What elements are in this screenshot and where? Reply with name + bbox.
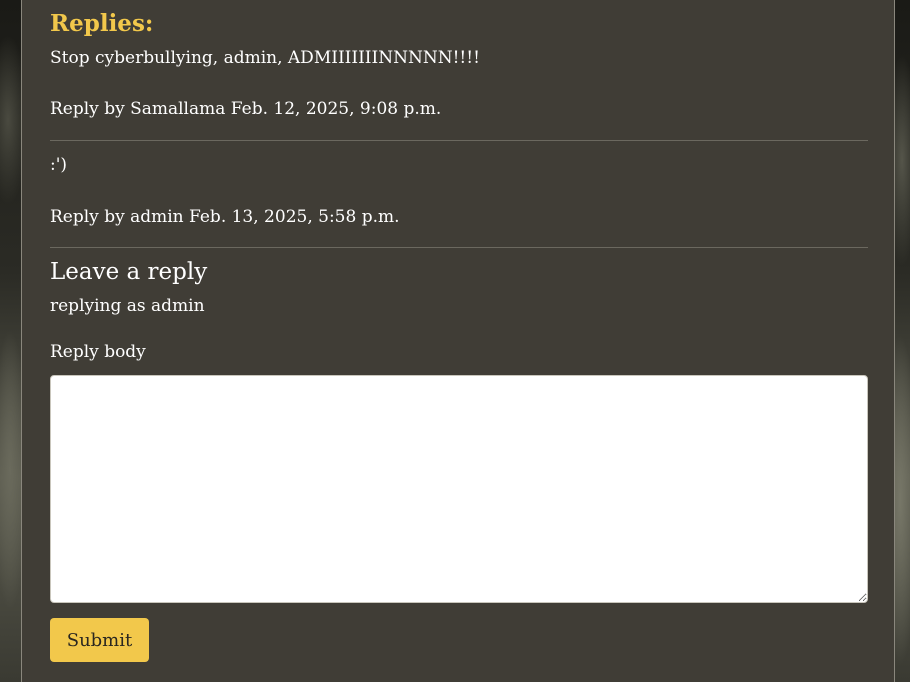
leave-reply-heading: Leave a reply xyxy=(50,259,208,285)
reply-body-label: Reply body xyxy=(50,342,146,362)
reply-body: :') xyxy=(50,155,68,175)
replies-heading: Replies: xyxy=(50,10,154,37)
reply-divider xyxy=(50,140,868,141)
submit-button[interactable]: Submit xyxy=(50,618,149,662)
reply-meta: Reply by admin Feb. 13, 2025, 5:58 p.m. xyxy=(50,207,400,227)
reply-divider xyxy=(50,247,868,248)
reply-body-input[interactable] xyxy=(50,375,868,603)
reply-meta: Reply by Samallama Feb. 12, 2025, 9:08 p… xyxy=(50,99,442,119)
replying-as-text: replying as admin xyxy=(50,296,205,316)
content-panel: Replies: Stop cyberbullying, admin, ADMI… xyxy=(21,0,895,682)
reply-body: Stop cyberbullying, admin, ADMIIIIIIINNN… xyxy=(50,48,480,68)
